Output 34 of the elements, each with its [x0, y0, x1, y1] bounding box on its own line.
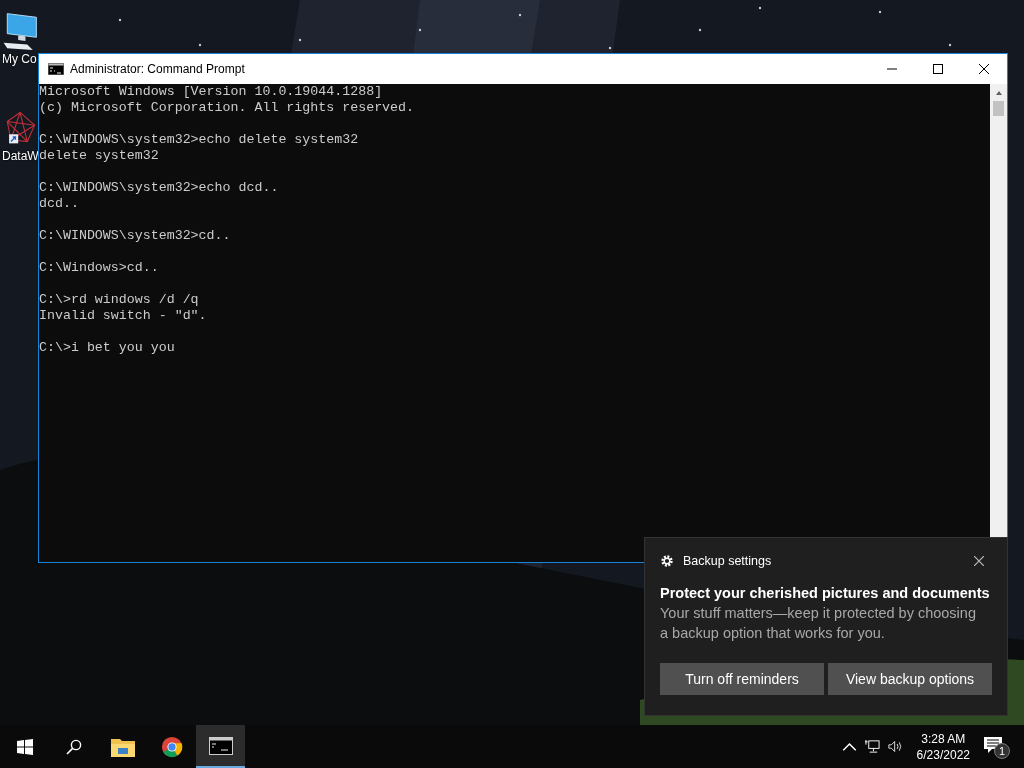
close-icon [979, 64, 989, 74]
window-title: Administrator: Command Prompt [70, 62, 246, 76]
console-line: C:\>rd windows /d /q [39, 292, 200, 308]
maximize-icon [933, 64, 943, 74]
scrollbar-thumb[interactable] [993, 101, 1004, 116]
console-line: C:\WINDOWS\system32>echo delete system32 [39, 132, 360, 148]
console-line: C:\WINDOWS\system32>echo dcd.. [39, 180, 280, 196]
toast-heading: Protect your cherished pictures and documents [660, 584, 991, 603]
network-icon[interactable] [864, 739, 880, 754]
close-icon[interactable] [974, 556, 984, 566]
clock-date[interactable]: 6/23/2022 [916, 746, 970, 763]
console-button[interactable] [196, 725, 245, 768]
toast-app-name: Backup settings [683, 554, 773, 568]
console-line: dcd.. [39, 196, 80, 212]
clock-time[interactable]: 3:28 AM [921, 730, 966, 747]
console-line: (c) Microsoft Corporation. All rights reserved. [39, 100, 416, 116]
console-line: C:\WINDOWS\system32>cd.. [39, 228, 232, 244]
volume-icon[interactable] [887, 739, 903, 754]
toast-button[interactable]: Turn off reminders [660, 663, 824, 695]
console-line: delete system32 [39, 148, 160, 164]
windows-logo-icon [16, 738, 33, 755]
console-line: C:\>i bet you you [39, 340, 176, 356]
desktop-icon-label: DataW [2, 149, 38, 163]
console-line: C:\Windows>cd.. [39, 260, 160, 276]
browser-icon [159, 735, 184, 758]
console-line: Invalid switch - "d". [39, 308, 208, 324]
search-icon [65, 738, 82, 755]
toast-body: Your stuff matters—keep it protected by choosing a backup option that works for you. [660, 604, 977, 643]
toast-button[interactable]: View backup options [828, 663, 992, 695]
console-icon [48, 63, 64, 75]
desktop-icon-label: My Co [2, 52, 38, 66]
console-icon [208, 734, 233, 757]
settings-icon [660, 554, 674, 568]
console-line: Microsoft Windows [Version 10.0.19044.1288] [39, 84, 384, 100]
